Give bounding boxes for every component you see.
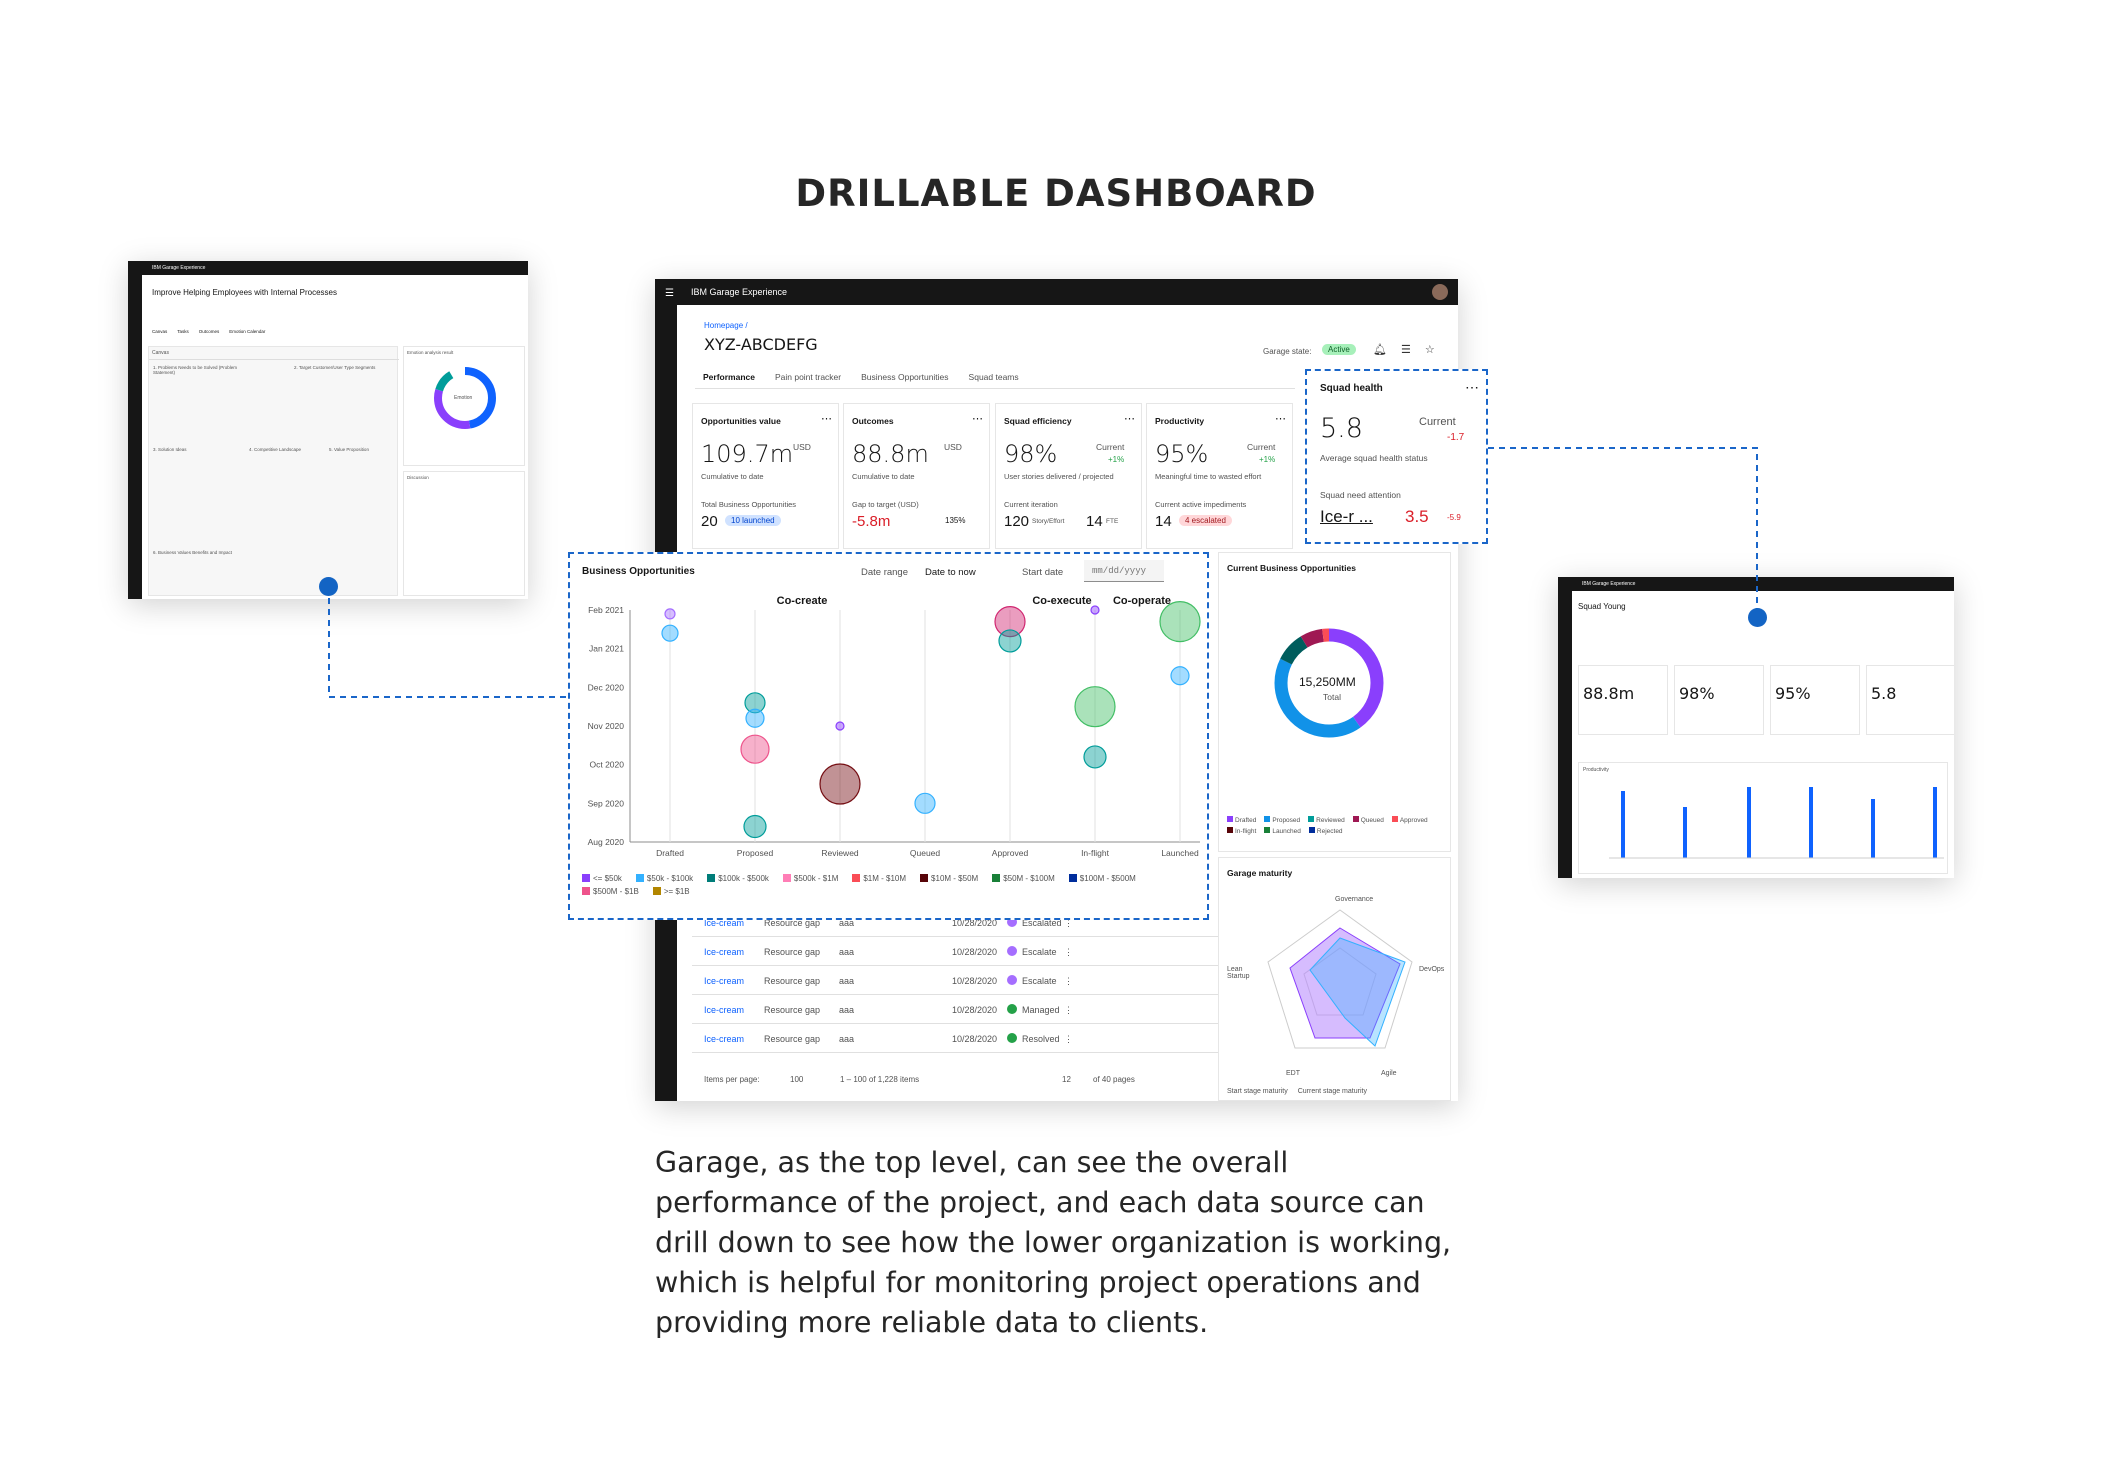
link-dot-right <box>1748 608 1767 627</box>
link-dot-left <box>319 577 338 596</box>
caption: Garage, as the top level, can see the ov… <box>655 1146 1452 1339</box>
